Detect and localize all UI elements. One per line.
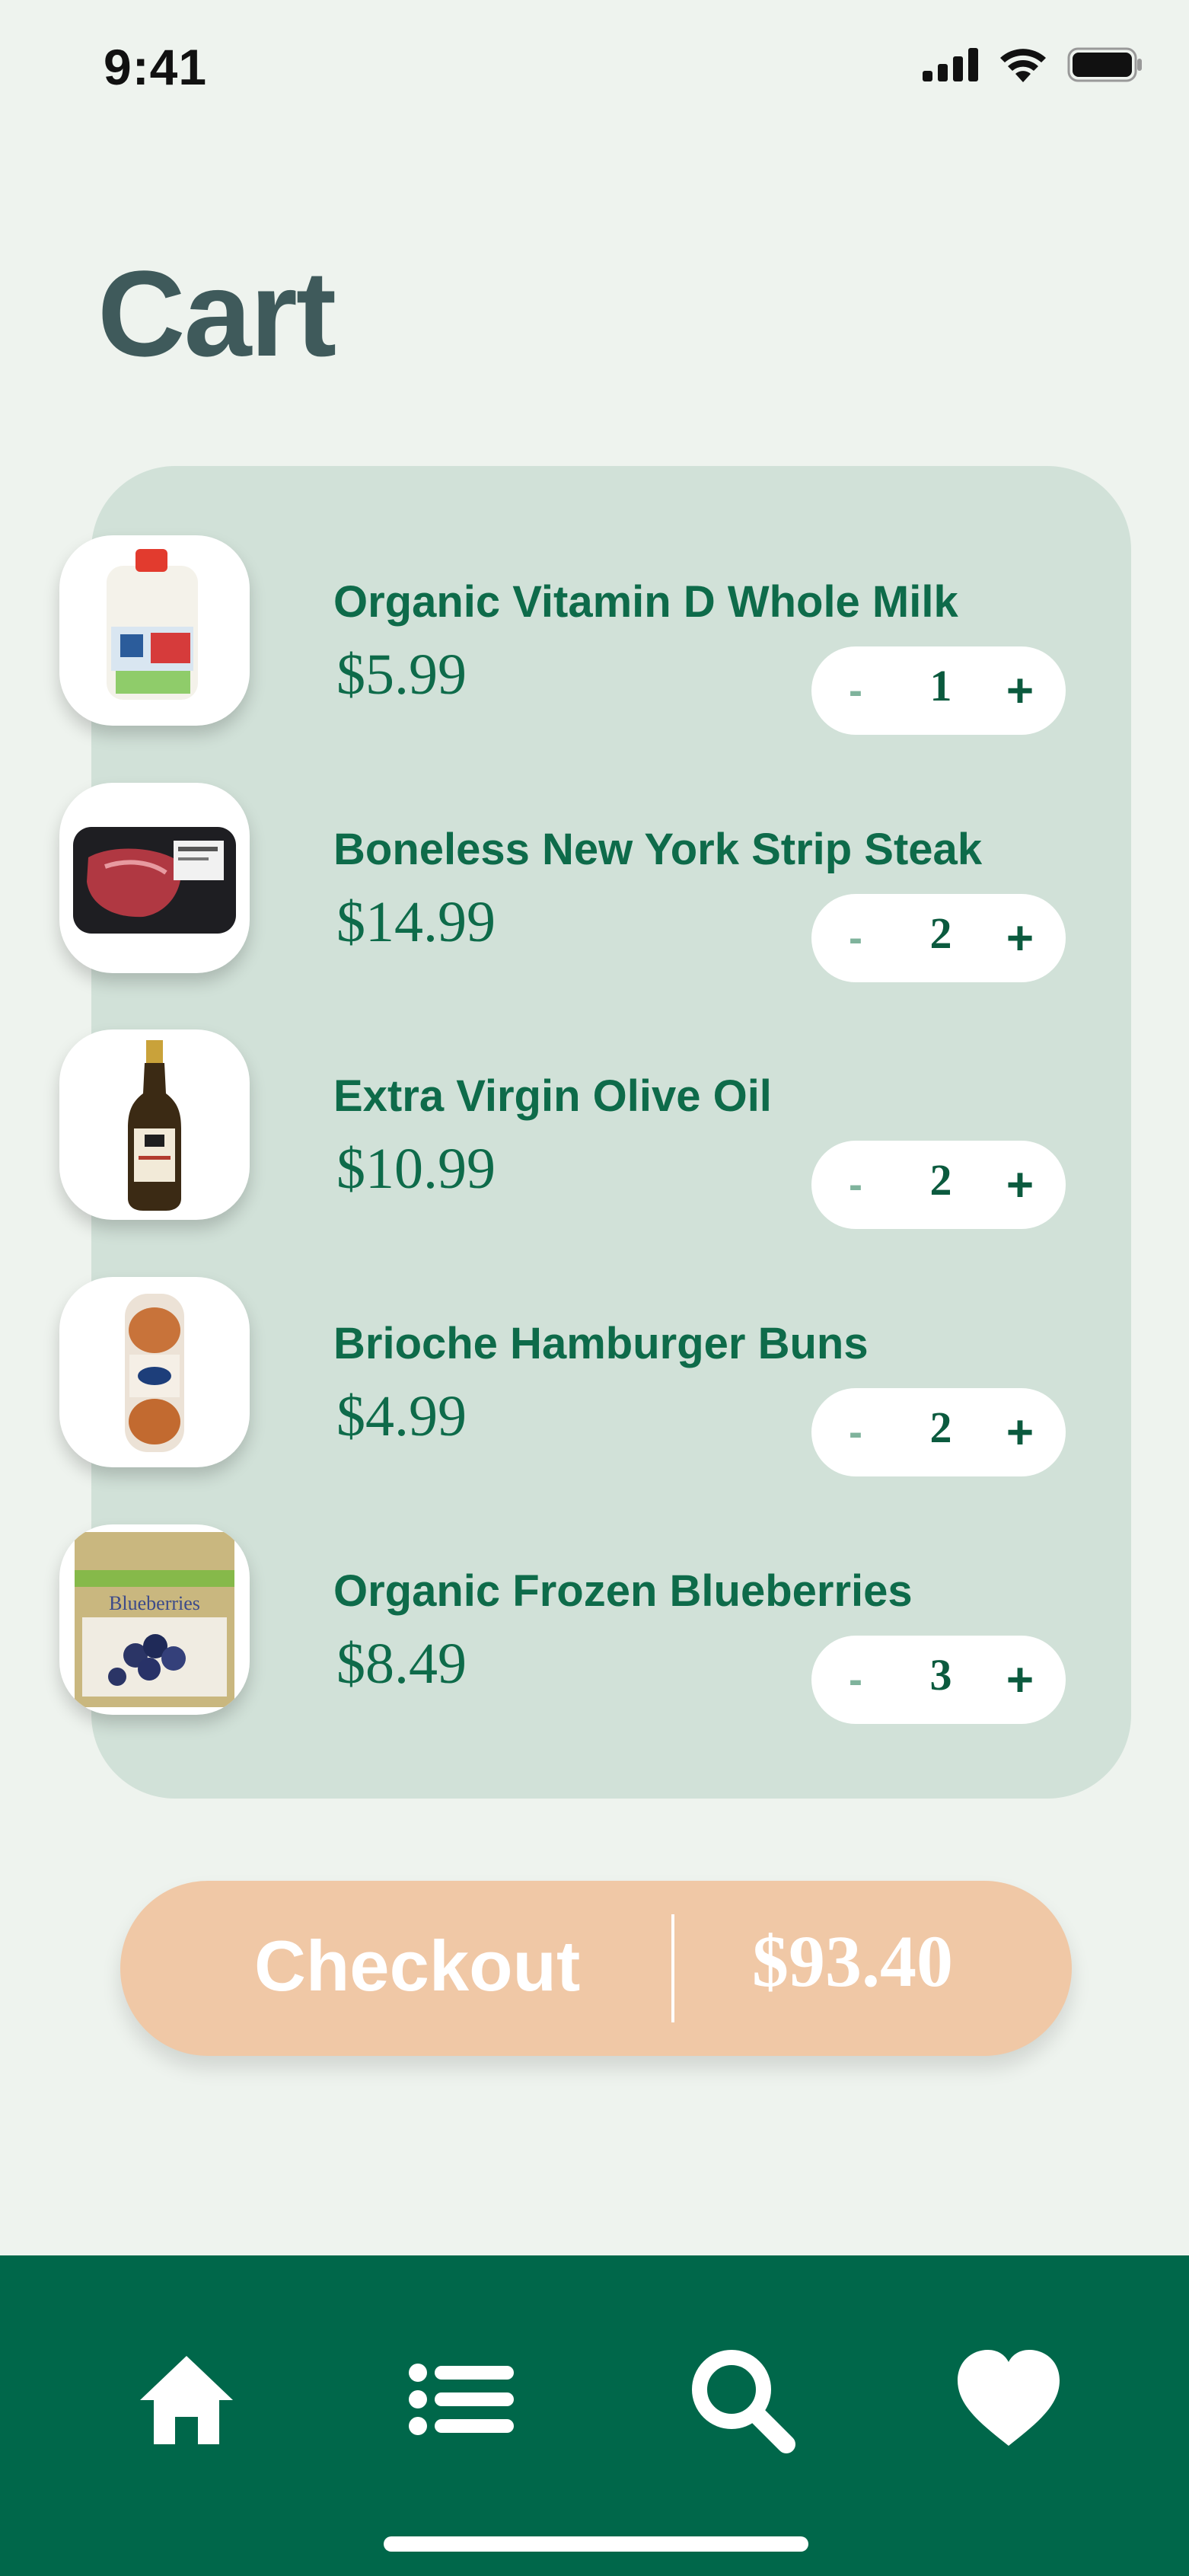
signal-icon <box>923 48 979 85</box>
quantity-stepper: - 1 + <box>811 646 1066 735</box>
cart-item: Blueberries Organic Frozen Blueberries $… <box>0 1524 1189 1724</box>
quantity-value: 2 <box>929 908 952 958</box>
decrement-button[interactable]: - <box>833 1403 878 1461</box>
quantity-stepper: - 2 + <box>811 894 1066 982</box>
list-icon <box>406 2364 520 2459</box>
bottom-nav <box>0 2255 1189 2576</box>
quantity-value: 2 <box>929 1155 952 1205</box>
item-name: Boneless New York Strip Steak <box>333 825 983 874</box>
checkout-total: $93.40 <box>752 1920 953 2002</box>
item-price: $8.49 <box>336 1632 467 1696</box>
item-price: $5.99 <box>336 643 467 707</box>
quantity-value: 3 <box>929 1650 952 1700</box>
decrement-button[interactable]: - <box>833 662 878 720</box>
quantity-value: 1 <box>929 661 952 710</box>
status-bar: 9:41 <box>0 0 1189 137</box>
increment-button[interactable]: + <box>993 1649 1047 1710</box>
item-price: $14.99 <box>336 890 496 954</box>
cart-item: Extra Virgin Olive Oil $10.99 - 2 + <box>0 1029 1189 1229</box>
heart-icon <box>952 2350 1066 2459</box>
brioche-buns-image <box>59 1277 250 1467</box>
cart-item: Boneless New York Strip Steak $14.99 - 2… <box>0 783 1189 982</box>
nav-home-button[interactable] <box>129 2342 244 2456</box>
olive-oil-bottle-image <box>59 1029 250 1220</box>
home-indicator[interactable] <box>384 2536 808 2552</box>
decrement-button[interactable]: - <box>833 1156 878 1214</box>
decrement-button[interactable]: - <box>833 909 878 967</box>
blueberries-bag-image: Blueberries <box>59 1524 250 1715</box>
search-icon <box>684 2350 799 2459</box>
checkout-divider <box>671 1914 674 2022</box>
cart-item: Brioche Hamburger Buns $4.99 - 2 + <box>0 1277 1189 1476</box>
item-name: Organic Frozen Blueberries <box>333 1566 913 1616</box>
quantity-stepper: - 2 + <box>811 1388 1066 1476</box>
checkout-button[interactable]: Checkout $93.40 <box>120 1881 1072 2056</box>
steak-package-image <box>59 783 250 973</box>
item-name: Organic Vitamin D Whole Milk <box>333 577 958 627</box>
item-price: $4.99 <box>336 1384 467 1448</box>
wifi-icon <box>999 47 1047 86</box>
milk-jug-image <box>59 535 250 726</box>
cart-item: Organic Vitamin D Whole Milk $5.99 - 1 + <box>0 535 1189 735</box>
status-icons <box>923 47 1143 86</box>
increment-button[interactable]: + <box>993 908 1047 969</box>
quantity-stepper: - 3 + <box>811 1636 1066 1724</box>
battery-icon <box>1067 47 1143 86</box>
nav-list-button[interactable] <box>406 2342 520 2456</box>
increment-button[interactable]: + <box>993 660 1047 721</box>
quantity-stepper: - 2 + <box>811 1141 1066 1229</box>
item-name: Brioche Hamburger Buns <box>333 1319 869 1368</box>
nav-search-button[interactable] <box>684 2342 799 2456</box>
item-price: $10.99 <box>336 1137 496 1201</box>
home-icon <box>129 2356 244 2459</box>
checkout-label: Checkout <box>254 1926 581 2006</box>
decrement-button[interactable]: - <box>833 1651 878 1709</box>
item-name: Extra Virgin Olive Oil <box>333 1071 772 1121</box>
quantity-value: 2 <box>929 1403 952 1452</box>
bag-label: Blueberries <box>109 1592 200 1614</box>
page-title: Cart <box>97 245 336 381</box>
increment-button[interactable]: + <box>993 1402 1047 1463</box>
status-time: 9:41 <box>104 39 208 95</box>
increment-button[interactable]: + <box>993 1154 1047 1215</box>
nav-favorites-button[interactable] <box>952 2342 1066 2456</box>
